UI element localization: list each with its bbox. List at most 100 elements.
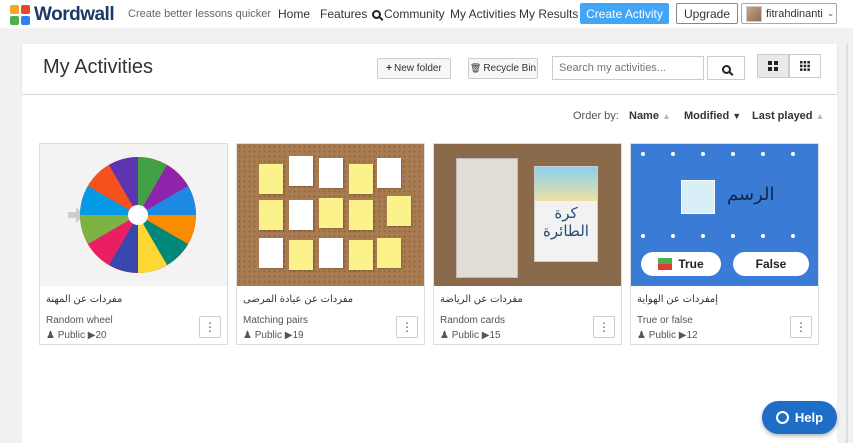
card-menu-button[interactable]: ⋮: [199, 316, 221, 338]
dot: [641, 234, 645, 238]
card-word: الرسم: [727, 184, 775, 204]
page-title: My Activities: [43, 56, 154, 78]
user-menu-button[interactable]: fitrahdinanti ⌄: [741, 3, 837, 24]
card-type: Matching pairs: [243, 315, 309, 326]
activity-thumbnail[interactable]: الرسم True False: [631, 144, 818, 286]
avatar: [746, 5, 762, 22]
sticky-note: [259, 200, 283, 230]
dot: [761, 234, 765, 238]
sticky-note: [377, 238, 401, 268]
new-folder-button[interactable]: + New folder: [377, 58, 451, 79]
grid-view-button[interactable]: [757, 54, 789, 78]
activities-panel: Order by: Name ▲ Modified ▼ Last played …: [22, 95, 837, 443]
nav-community-link[interactable]: Community: [372, 7, 445, 21]
dot: [791, 152, 795, 156]
order-last-played-label: Last played: [752, 110, 813, 122]
card-menu-button[interactable]: ⋮: [396, 316, 418, 338]
order-modified-label: Modified: [684, 110, 730, 122]
sticky-note: [319, 198, 343, 228]
search-icon: [721, 64, 731, 74]
card-menu-button[interactable]: ⋮: [593, 316, 615, 338]
nav-my-results-link[interactable]: My Results: [519, 7, 578, 21]
logo-text: Wordwall: [34, 4, 115, 25]
sticky-note: [349, 164, 373, 194]
card-menu-button[interactable]: ⋮: [790, 316, 812, 338]
sort-arrow-icon: ▲: [662, 111, 671, 121]
volleyball-picture: [535, 167, 597, 201]
user-icon: ♟: [46, 330, 55, 341]
search-icon: [372, 10, 381, 19]
user-icon: ♟: [243, 330, 252, 341]
sort-down-icon: ▼: [732, 111, 742, 121]
dot: [761, 152, 765, 156]
recycle-bin-button[interactable]: 🗑 Recycle Bin: [468, 58, 538, 79]
help-button[interactable]: Help: [762, 401, 837, 434]
order-by-label: Order by:: [573, 110, 619, 122]
recycle-bin-label: Recycle Bin: [483, 63, 537, 74]
activity-card[interactable]: الرسم True False إمفردات عن الهواية True…: [630, 143, 819, 345]
card-plays: 20: [95, 330, 107, 341]
search-input[interactable]: [552, 56, 704, 80]
user-icon: ♟: [440, 330, 449, 341]
activity-thumbnail[interactable]: كرة الطائرة: [434, 144, 621, 286]
order-modified-link[interactable]: Modified ▼: [684, 110, 741, 122]
card-type: Random cards: [440, 315, 506, 326]
card-plays: 12: [686, 330, 698, 341]
random-wheel-image: [68, 157, 196, 273]
upgrade-button[interactable]: Upgrade: [676, 3, 738, 24]
search-button[interactable]: [707, 56, 745, 80]
wordwall-logo[interactable]: Wordwall: [10, 4, 115, 26]
create-activity-button[interactable]: Create Activity: [580, 3, 669, 24]
card-meta: ♟ Public ▶12: [637, 330, 698, 341]
card-title[interactable]: إمفردات عن الهواية: [637, 294, 718, 305]
dot: [701, 152, 705, 156]
card-visibility: Public: [451, 330, 479, 341]
trash-icon: 🗑: [469, 63, 482, 73]
sticky-note: [289, 240, 313, 270]
sticky-note: [349, 240, 373, 270]
card-visibility: Public: [254, 330, 282, 341]
logo-icon: [10, 5, 30, 25]
card-word: كرة الطائرة: [543, 205, 589, 240]
order-last-played-link[interactable]: Last played ▲: [752, 110, 825, 122]
new-folder-label: New folder: [394, 63, 442, 74]
page-scrollbar[interactable]: [846, 44, 848, 443]
dot: [701, 234, 705, 238]
sticky-note: [349, 200, 373, 230]
false-button-image: False: [733, 252, 809, 276]
nav-features-link[interactable]: Features: [320, 7, 367, 21]
card-meta: ♟ Public ▶19: [243, 330, 304, 341]
true-button-image: True: [641, 252, 721, 276]
small-grid-view-button[interactable]: [789, 54, 821, 78]
top-navbar: Wordwall Create better lessons quicker H…: [0, 0, 853, 28]
activity-card[interactable]: مفردات عن المهنة Random wheel ♟ Public ▶…: [39, 143, 228, 345]
username: fitrahdinanti: [766, 7, 823, 20]
painting-picture: [681, 180, 715, 214]
page-header: My Activities + New folder 🗑 Recycle Bin: [22, 44, 837, 94]
user-icon: ♟: [637, 330, 646, 341]
sticky-note: [319, 238, 343, 268]
nav-community-label: Community: [384, 7, 445, 21]
order-name-label: Name: [629, 110, 659, 122]
card-visibility: Public: [57, 330, 85, 341]
card-title[interactable]: مفردات عن المهنة: [46, 294, 122, 305]
activity-thumbnail[interactable]: [40, 144, 227, 286]
nav-home-link[interactable]: Home: [278, 7, 310, 21]
chevron-down-icon: ⌄: [826, 8, 835, 18]
card-title[interactable]: مفردات عن عيادة المرضى: [243, 294, 353, 305]
nav-my-activities-link[interactable]: My Activities: [450, 7, 516, 21]
activity-thumbnail[interactable]: [237, 144, 424, 286]
activity-card[interactable]: كرة الطائرة مفردات عن الرياضة Random car…: [433, 143, 622, 345]
dot: [671, 234, 675, 238]
sticky-note: [259, 164, 283, 194]
card-plays: 19: [292, 330, 304, 341]
card-type: Random wheel: [46, 315, 113, 326]
order-name-link[interactable]: Name ▲: [629, 110, 671, 122]
chat-bubble-icon: [775, 411, 789, 424]
card-title[interactable]: مفردات عن الرياضة: [440, 294, 523, 305]
dot: [671, 152, 675, 156]
card-visibility: Public: [648, 330, 676, 341]
dot: [791, 234, 795, 238]
activity-card[interactable]: مفردات عن عيادة المرضى Matching pairs ♟ …: [236, 143, 425, 345]
dot: [731, 234, 735, 238]
